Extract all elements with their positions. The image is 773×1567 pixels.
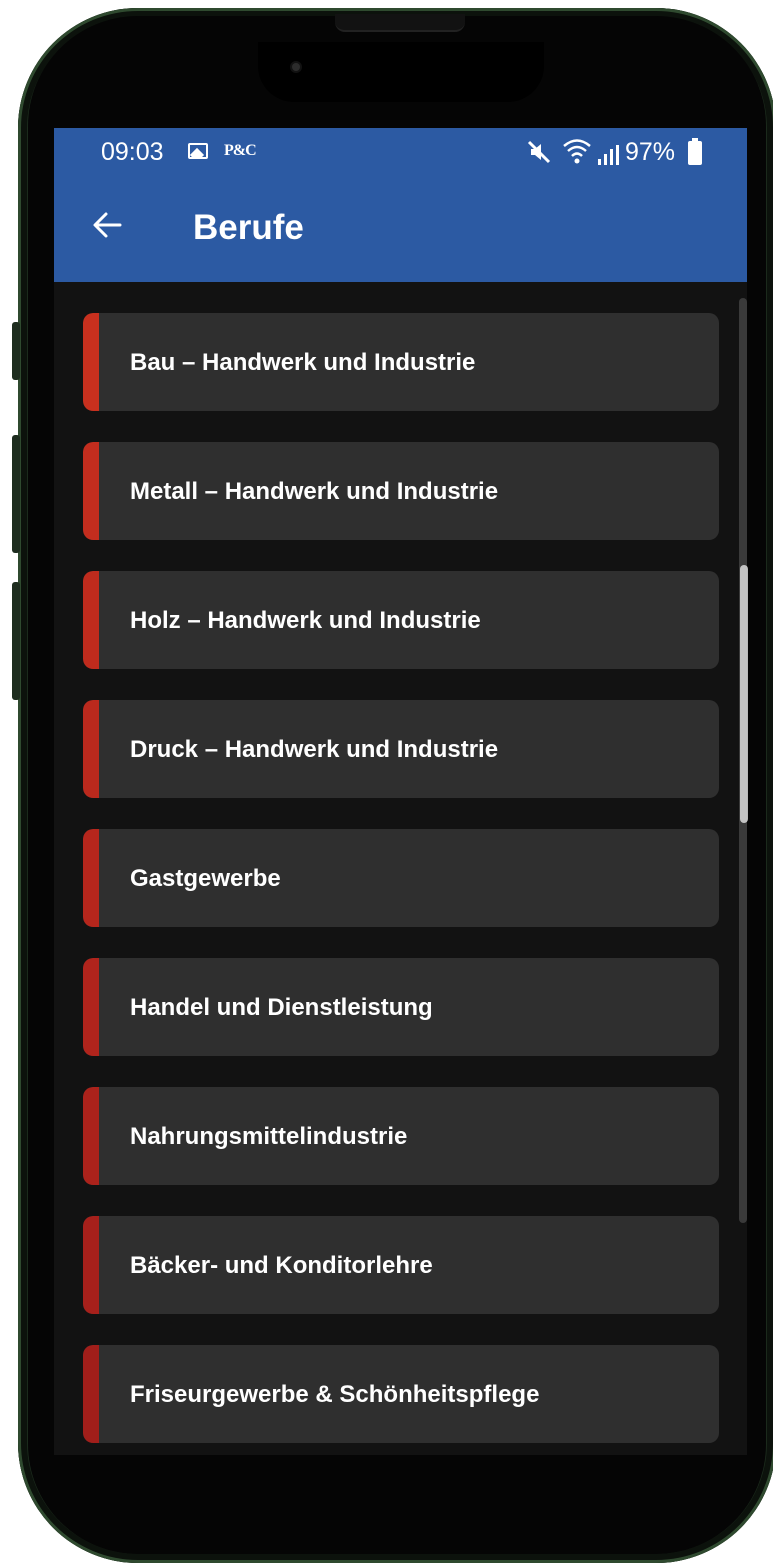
image-icon — [188, 143, 208, 159]
list-item-label: Druck – Handwerk und Industrie — [130, 736, 499, 763]
list-item-gastgewerbe[interactable]: Gastgewerbe — [83, 829, 719, 927]
side-button-action — [12, 322, 20, 380]
list-item-label: Gastgewerbe — [130, 865, 281, 892]
list-item-metall[interactable]: Metall – Handwerk und Industrie — [83, 442, 719, 540]
back-arrow-icon[interactable] — [90, 208, 124, 242]
screen-edge-highlight — [740, 565, 748, 823]
list-item-accent — [83, 442, 99, 540]
list-item-accent — [83, 1216, 99, 1314]
app-screen: 09:03 P&C 97% Berufe Bau – Handwerk und … — [54, 128, 747, 1455]
battery-percent: 97% — [625, 138, 676, 166]
pc-icon: P&C — [224, 142, 257, 159]
list-item-label: Bäcker- und Konditorlehre — [130, 1252, 433, 1279]
list-item-druck[interactable]: Druck – Handwerk und Industrie — [83, 700, 719, 798]
list-item-accent — [83, 313, 99, 411]
side-button-volume-down — [12, 582, 20, 700]
profession-list: Bau – Handwerk und Industrie Metall – Ha… — [83, 313, 719, 1455]
list-item-bau[interactable]: Bau – Handwerk und Industrie — [83, 313, 719, 411]
front-camera — [292, 63, 300, 71]
list-item-label: Friseurgewerbe & Schönheitspflege — [130, 1381, 540, 1408]
camera-notch — [258, 42, 544, 102]
list-item-accent — [83, 958, 99, 1056]
list-item-handel[interactable]: Handel und Dienstleistung — [83, 958, 719, 1056]
page-title: Berufe — [193, 208, 304, 247]
list-item-label: Bau – Handwerk und Industrie — [130, 349, 476, 376]
mute-icon — [526, 139, 552, 172]
signal-icon — [594, 145, 624, 165]
list-item-label: Holz – Handwerk und Industrie — [130, 607, 481, 634]
status-bar: 09:03 P&C 97% — [54, 128, 747, 178]
list-item-accent — [83, 700, 99, 798]
list-item-label: Handel und Dienstleistung — [130, 994, 433, 1021]
list-item-label: Metall – Handwerk und Industrie — [130, 478, 499, 505]
list-item-label: Nahrungsmittelindustrie — [130, 1123, 408, 1150]
list-item-accent — [83, 1087, 99, 1185]
battery-icon — [688, 138, 702, 165]
earpiece-speaker — [335, 14, 465, 32]
list-item-accent — [83, 1345, 99, 1443]
list-item-holz[interactable]: Holz – Handwerk und Industrie — [83, 571, 719, 669]
side-button-volume-up — [12, 435, 20, 553]
list-item-accent — [83, 829, 99, 927]
list-item-nahrungsmittel[interactable]: Nahrungsmittelindustrie — [83, 1087, 719, 1185]
list-item-baecker[interactable]: Bäcker- und Konditorlehre — [83, 1216, 719, 1314]
status-time: 09:03 — [101, 138, 164, 166]
list-item-accent — [83, 571, 99, 669]
wifi-icon — [562, 137, 592, 172]
list-item-friseur[interactable]: Friseurgewerbe & Schönheitspflege — [83, 1345, 719, 1443]
app-bar: 09:03 P&C 97% Berufe — [54, 128, 747, 282]
